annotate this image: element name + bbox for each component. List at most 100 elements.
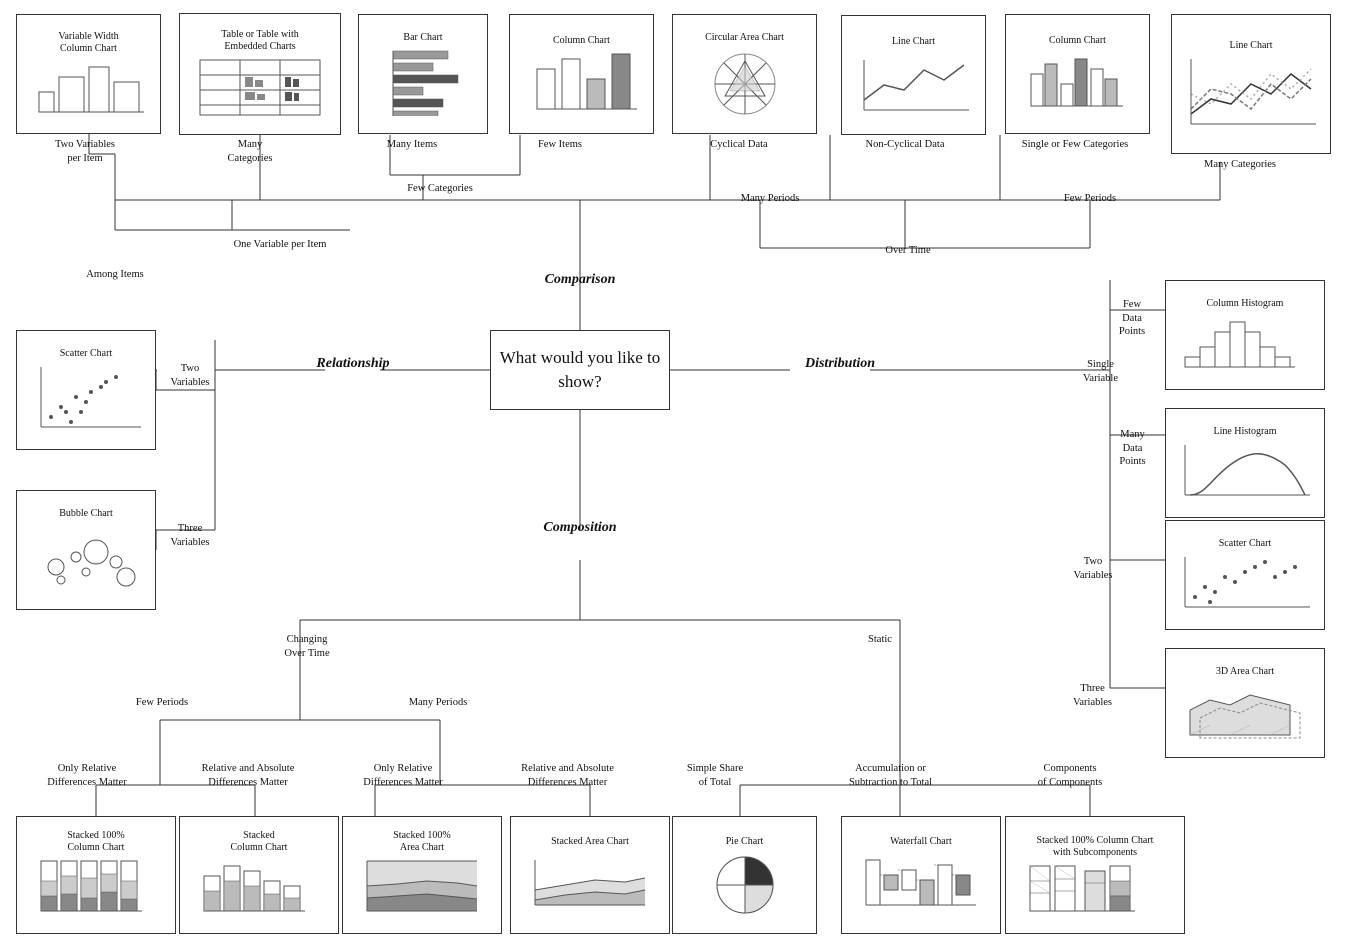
one-var-per-item-label: One Variable per Item: [200, 238, 360, 252]
stacked-area-box: Stacked Area Chart: [510, 816, 670, 934]
table-embedded-box: Table or Table withEmbedded Charts: [179, 13, 341, 135]
stacked100-col-title: Stacked 100%Column Chart: [67, 830, 125, 854]
stacked100-col-svg: [36, 856, 156, 921]
table-embedded-svg: [195, 55, 325, 120]
col-histogram-box: Column Histogram: [1165, 280, 1325, 390]
stacked-area-svg: [530, 850, 650, 915]
scatter-right-box: Scatter Chart: [1165, 520, 1325, 630]
center-question-text: What would you like to show?: [491, 346, 669, 394]
few-items-label: Few Items: [515, 138, 605, 152]
stacked100-area-box: Stacked 100%Area Chart: [342, 816, 502, 934]
single-few-cat-label: Single or Few Categories: [1000, 138, 1150, 152]
circular-area-box: Circular Area Chart: [672, 14, 817, 134]
stacked100-subcomp-title: Stacked 100% Column Chartwith Subcompone…: [1037, 835, 1154, 859]
line-chart-many-title: Line Chart: [1229, 40, 1272, 52]
changing-over-time-label: ChangingOver Time: [262, 633, 352, 660]
stacked-area-title: Stacked Area Chart: [551, 836, 629, 848]
stacked-col-svg: [199, 856, 319, 921]
column-chart-svg: [527, 49, 637, 114]
var-width-col-svg: [34, 57, 144, 117]
column-chart-top2-title: Column Chart: [1049, 35, 1106, 47]
three-vars-dist-label: ThreeVariables: [1060, 682, 1125, 709]
bubble-left-title: Bubble Chart: [59, 508, 113, 520]
bar-chart-top-box: Bar Chart: [358, 14, 488, 134]
column-chart-top-box: Column Chart: [509, 14, 654, 134]
many-items-label: Many Items: [362, 138, 462, 152]
many-cat-right-label: Many Categories: [1170, 158, 1310, 172]
simple-share-label: Simple Shareof Total: [665, 762, 765, 789]
line-chart-top-box: Line Chart: [841, 15, 986, 135]
line-histogram-box: Line Histogram: [1165, 408, 1325, 518]
variable-width-col-box: Variable WidthColumn Chart: [16, 14, 161, 134]
few-periods-top-label: Few Periods: [1040, 192, 1140, 206]
column-chart-top2-svg: [1023, 49, 1133, 114]
static-label: Static: [850, 633, 910, 647]
bar-chart-title: Bar Chart: [403, 32, 442, 44]
3d-area-box: 3D Area Chart: [1165, 648, 1325, 758]
many-periods-comp-label: Many Periods: [393, 696, 483, 710]
many-data-pts-label: ManyDataPoints: [1100, 428, 1165, 469]
line-chart-many-box: Line Chart: [1171, 14, 1331, 154]
two-vars-per-item-label: Two Variablesper Item: [25, 138, 145, 165]
few-cat-label: Few Categories: [370, 182, 510, 196]
single-var-label: SingleVariable: [1068, 358, 1133, 385]
stacked100-subcomp-box: Stacked 100% Column Chartwith Subcompone…: [1005, 816, 1185, 934]
comparison-label: Comparison: [490, 272, 670, 288]
scatter-left-box: Scatter Chart: [16, 330, 156, 450]
col-histogram-title: Column Histogram: [1207, 298, 1284, 310]
line-chart-many-svg: [1186, 54, 1316, 129]
cyclical-label: Cyclical Data: [674, 138, 804, 152]
only-rel-2-label: Only RelativeDifferences Matter: [338, 762, 468, 789]
two-vars-rel-label: TwoVariables: [155, 362, 225, 389]
stacked-col-title: StackedColumn Chart: [231, 830, 288, 854]
scatter-right-svg: [1180, 552, 1310, 612]
waterfall-svg: [861, 850, 981, 915]
line-chart-top-svg: [859, 50, 969, 115]
only-rel-1-label: Only RelativeDifferences Matter: [22, 762, 152, 789]
pie-chart-box: Pie Chart: [672, 816, 817, 934]
many-categories-label: ManyCategories: [185, 138, 315, 165]
circular-area-svg: [695, 46, 795, 116]
pie-chart-title: Pie Chart: [726, 836, 764, 848]
non-cyclical-label: Non-Cyclical Data: [840, 138, 970, 152]
accumulation-label: Accumulation orSubtraction to Total: [828, 762, 953, 789]
pie-chart-svg: [705, 850, 785, 915]
stacked-col-box: StackedColumn Chart: [179, 816, 339, 934]
many-periods-top-label: Many Periods: [720, 192, 820, 206]
line-histogram-title: Line Histogram: [1213, 426, 1276, 438]
var-width-col-title: Variable WidthColumn Chart: [58, 31, 118, 55]
table-embedded-title: Table or Table withEmbedded Charts: [221, 29, 299, 53]
circular-area-title: Circular Area Chart: [705, 32, 784, 44]
3d-area-svg: [1180, 680, 1310, 740]
two-vars-dist-label: TwoVariables: [1063, 555, 1123, 582]
column-chart-top2-box: Column Chart: [1005, 14, 1150, 134]
stacked100-area-svg: [362, 856, 482, 921]
rel-abs-1-label: Relative and AbsoluteDifferences Matter: [178, 762, 318, 789]
waterfall-box: Waterfall Chart: [841, 816, 1001, 934]
center-question-box: What would you like to show?: [490, 330, 670, 410]
waterfall-title: Waterfall Chart: [890, 836, 952, 848]
col-histogram-svg: [1180, 312, 1310, 372]
few-periods-comp-label: Few Periods: [122, 696, 202, 710]
three-vars-rel-label: ThreeVariables: [155, 522, 225, 549]
stacked100-area-title: Stacked 100%Area Chart: [393, 830, 451, 854]
bar-chart-svg: [373, 46, 473, 116]
rel-abs-2-label: Relative and AbsoluteDifferences Matter: [495, 762, 640, 789]
scatter-right-title: Scatter Chart: [1219, 538, 1271, 550]
few-data-pts-label: FewDataPoints: [1102, 298, 1162, 339]
bubble-left-svg: [31, 522, 141, 592]
components-of-label: Componentsof Components: [1010, 762, 1130, 789]
stacked100-col-box: Stacked 100%Column Chart: [16, 816, 176, 934]
line-chart-top-title: Line Chart: [892, 36, 935, 48]
over-time-label: Over Time: [858, 244, 958, 258]
stacked100-subcomp-svg: [1025, 861, 1165, 916]
column-chart-title: Column Chart: [553, 35, 610, 47]
line-histogram-svg: [1180, 440, 1310, 500]
scatter-left-svg: [31, 362, 141, 432]
scatter-left-title: Scatter Chart: [60, 348, 112, 360]
composition-label: Composition: [490, 520, 670, 536]
bubble-left-box: Bubble Chart: [16, 490, 156, 610]
relationship-label: Relationship: [288, 356, 418, 372]
among-items-label: Among Items: [65, 268, 165, 282]
distribution-label: Distribution: [760, 356, 920, 372]
